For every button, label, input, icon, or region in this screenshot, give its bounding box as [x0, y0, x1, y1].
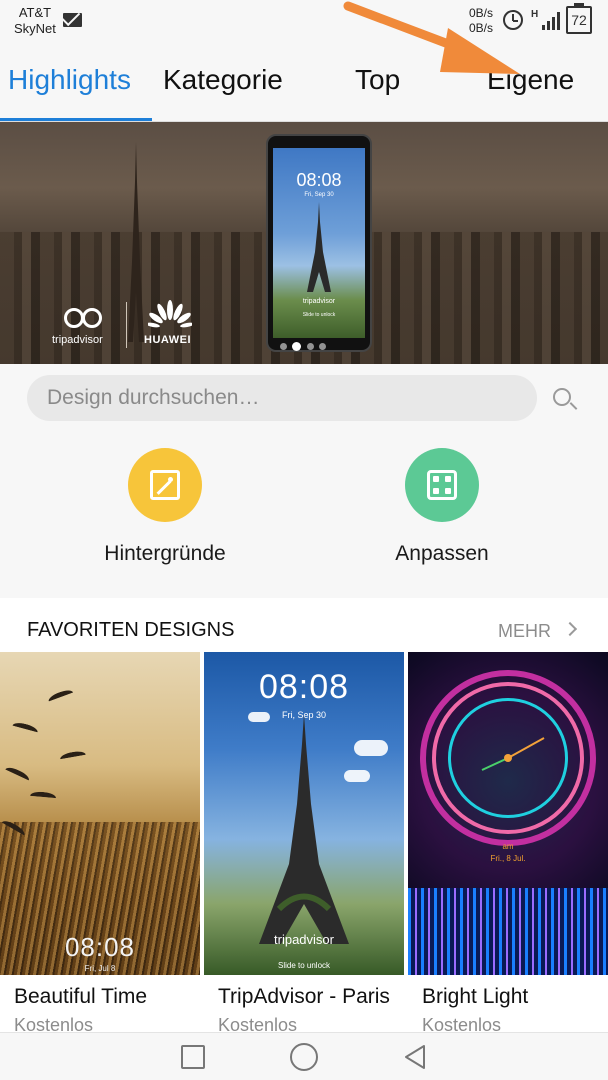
- quick-action-customize[interactable]: Anpassen: [362, 448, 522, 568]
- carousel-dot: [319, 343, 326, 350]
- bird: [59, 749, 87, 765]
- phone-date: Fri, Sep 30: [304, 192, 334, 198]
- phone-eiffel-tower: [307, 202, 331, 292]
- design-preview-bright-light[interactable]: am Fri., 8 Jul.: [408, 652, 608, 975]
- huawei-wordmark: HUAWEI: [144, 334, 191, 346]
- eiffel-tower: [259, 714, 349, 944]
- quick-action-wallpapers[interactable]: Hintergründe: [85, 448, 245, 568]
- design-name: Bright Light: [422, 985, 529, 1008]
- preview-clock: 08:08: [258, 668, 350, 706]
- signal-icon: [538, 10, 562, 30]
- owl-icon: [64, 308, 104, 330]
- carrier-line-1: AT&T: [18, 5, 52, 20]
- bird: [47, 687, 75, 707]
- favorite-designs-section: FAVORITEN DESIGNS MEHR 08:08 Fri, Jul 8 …: [0, 598, 608, 1035]
- phone-clock: 08:08: [296, 170, 342, 190]
- tripadvisor-logo: tripadvisor: [52, 308, 116, 352]
- section-title: FAVORITEN DESIGNS: [27, 619, 235, 641]
- preview-clock: 08:08: [64, 932, 136, 962]
- carrier: AT&T SkyNet: [14, 5, 56, 37]
- navigation-bar: [0, 1032, 608, 1080]
- search-icon[interactable]: [553, 388, 571, 406]
- clock-hands-icon: [481, 737, 545, 771]
- search-input[interactable]: Design durchsuchen…: [27, 375, 537, 421]
- cloud: [354, 740, 388, 756]
- net-down: 0B/s: [469, 21, 494, 35]
- preview-date: Fri., 8 Jul.: [490, 854, 526, 863]
- phone-screen: 08:08 Fri, Sep 30 tripadvisor Slide to u…: [273, 148, 365, 338]
- more-link[interactable]: MEHR: [498, 620, 551, 642]
- carrier-line-2: SkyNet: [14, 21, 56, 36]
- network-speed: 0B/s 0B/s: [469, 6, 493, 36]
- logo-separator: [126, 302, 127, 348]
- design-card-tripadvisor-paris[interactable]: 08:08 Fri, Sep 30 tripadvisor Slide to u…: [204, 652, 404, 1035]
- home-icon[interactable]: [290, 1043, 318, 1071]
- carousel-dot: [307, 343, 314, 350]
- preview-am: am: [502, 842, 514, 851]
- design-name: Beautiful Time: [14, 985, 148, 1008]
- chevron-right-icon[interactable]: [562, 621, 578, 637]
- search-area: Design durchsuchen… Hintergründe Anpasse…: [0, 364, 608, 584]
- design-name: TripAdvisor - Paris: [218, 985, 390, 1008]
- carousel-dot: [280, 343, 287, 350]
- tripadvisor-wordmark: tripadvisor: [52, 334, 103, 346]
- back-icon[interactable]: [402, 1044, 428, 1070]
- bird: [11, 720, 39, 738]
- huawei-logo: HUAWEI: [142, 300, 198, 350]
- design-preview-tripadvisor-paris[interactable]: 08:08 Fri, Sep 30 tripadvisor Slide to u…: [204, 652, 404, 975]
- wallpapers-circle[interactable]: [128, 448, 202, 522]
- bird: [29, 790, 57, 804]
- tab-bar: Highlights Kategorie Top Eigene: [0, 48, 608, 122]
- mail-icon: [63, 13, 82, 27]
- battery-icon: 72: [566, 3, 592, 34]
- carousel-dot-active: [292, 342, 301, 351]
- featured-banner[interactable]: tripadvisor HUAWEI 08:08 Fri, Sep 30 tri…: [0, 122, 608, 364]
- status-bar: AT&T SkyNet 0B/s 0B/s H 72: [0, 0, 608, 48]
- phone-brand: tripadvisor: [302, 298, 336, 305]
- huawei-petals-icon: [148, 300, 192, 328]
- wallpaper-icon: [150, 470, 180, 500]
- design-card-beautiful-time[interactable]: 08:08 Fri, Jul 8 Beautiful Time Kostenlo…: [0, 652, 200, 1035]
- tab-kategorie[interactable]: Kategorie: [163, 63, 283, 97]
- light-beams: [408, 888, 608, 975]
- preview-brand: tripadvisor: [274, 932, 334, 947]
- net-up: 0B/s: [469, 6, 494, 20]
- design-card-bright-light[interactable]: am Fri., 8 Jul. Bright Light Kostenlos: [408, 652, 608, 1035]
- preview-unlock-text: Slide to unlock: [277, 961, 331, 970]
- tab-top[interactable]: Top: [355, 63, 400, 97]
- themes-app: AT&T SkyNet 0B/s 0B/s H 72 Highlights Ka…: [0, 0, 608, 1080]
- bird: [3, 764, 31, 786]
- recent-apps-icon[interactable]: [181, 1045, 205, 1069]
- wallpapers-label: Hintergründe: [104, 542, 226, 565]
- design-preview-beautiful-time[interactable]: 08:08 Fri, Jul 8: [0, 652, 200, 975]
- customize-icon: [427, 470, 457, 500]
- alarm-icon: [503, 10, 523, 30]
- phone-unlock-text: Slide to unlock: [302, 312, 336, 318]
- customize-circle[interactable]: [405, 448, 479, 522]
- customize-label: Anpassen: [395, 542, 489, 565]
- tab-eigene[interactable]: Eigene: [487, 63, 574, 97]
- preview-date: Fri, Jul 8: [84, 964, 116, 973]
- tab-highlights[interactable]: Highlights: [8, 63, 131, 97]
- banner-phone: 08:08 Fri, Sep 30 tripadvisor Slide to u…: [266, 134, 372, 352]
